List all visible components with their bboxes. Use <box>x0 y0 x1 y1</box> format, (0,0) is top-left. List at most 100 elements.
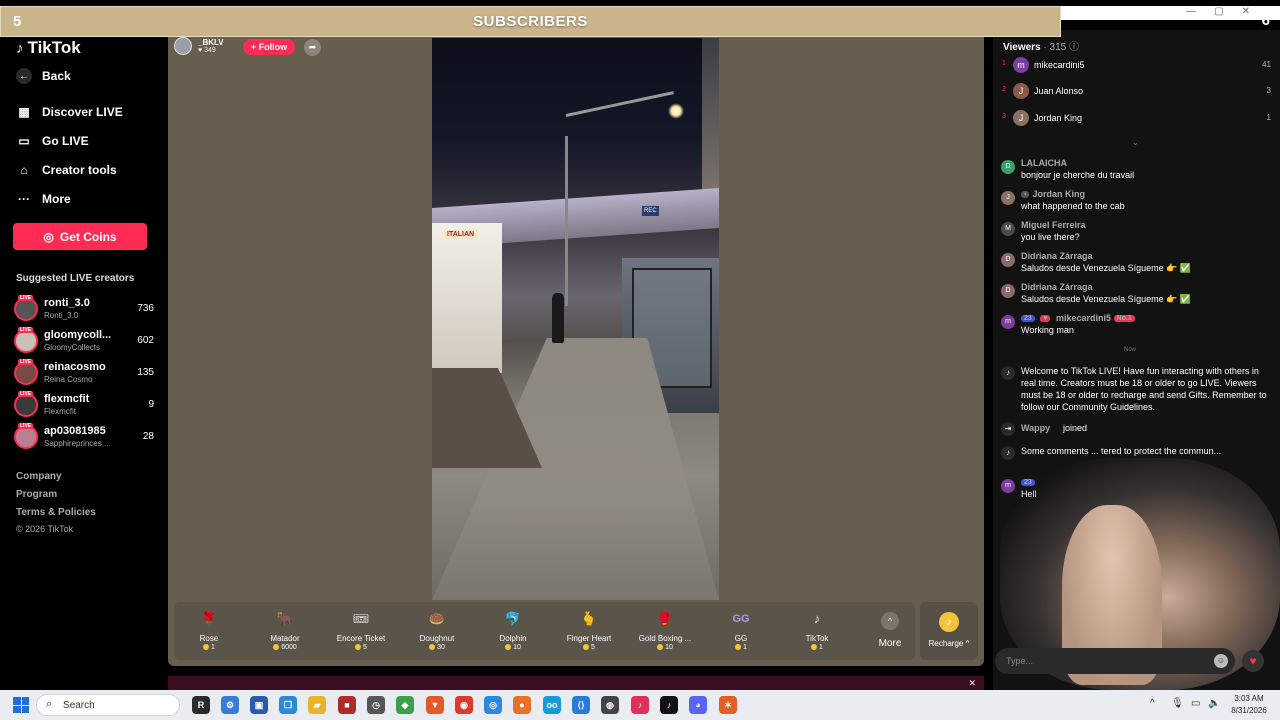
suggested-creator[interactable]: LIVE reinacosmo Reina Cosmo 135 <box>14 359 154 389</box>
window-title-strip: — ▢ ✕ <box>1061 6 1280 20</box>
copyright: © 2026 TikTok <box>16 524 74 534</box>
gift-doughnut[interactable]: 🍩 Doughnut 30 <box>402 608 472 651</box>
taskbar-search[interactable]: ⌕ Search <box>36 694 180 716</box>
close-window-icon[interactable]: ✕ <box>1242 6 1250 20</box>
app-icon-red[interactable]: ■ <box>338 696 356 714</box>
matador-icon: 🐂 <box>276 611 294 626</box>
gift-name: TikTok <box>805 634 829 643</box>
app-icon-star[interactable]: ✶ <box>719 696 737 714</box>
more-gifts-button[interactable]: ^ More <box>874 612 906 649</box>
gift-gg[interactable]: GG GG 1 <box>706 608 776 651</box>
nav-discover-live[interactable]: ▦ Discover LIVE <box>16 104 122 120</box>
footer-link-program[interactable]: Program <box>16 489 57 500</box>
get-coins-button[interactable]: ◎ Get Coins <box>13 223 147 250</box>
host-info[interactable]: _BKLV ♥ 349 <box>174 37 224 55</box>
nav-go-live[interactable]: ▭ Go LIVE <box>16 133 88 149</box>
volume-icon[interactable]: 🔈 <box>1208 698 1220 709</box>
nav-more[interactable]: ··· More <box>16 191 71 207</box>
suggested-creator[interactable]: LIVE ap03081985 Sapphireprinces... 28 <box>14 423 154 453</box>
gift-matador[interactable]: 🐂 Matador 6000 <box>250 608 320 651</box>
app-icon-clock[interactable]: ◷ <box>367 696 385 714</box>
doughnut-icon: 🍩 <box>428 611 446 626</box>
back-button[interactable]: ← Back <box>16 68 71 84</box>
gift-bar: 🌹 Rose 1 🐂 Matador 6000 🎟 Encore Ticket … <box>174 602 915 660</box>
host-avatar[interactable] <box>174 37 192 55</box>
viewer-name: mikecardini5 <box>1034 60 1085 70</box>
viewers-header[interactable]: Viewers · 315 ⓘ <box>1003 38 1079 53</box>
shield-icon[interactable]: ◆ <box>396 696 414 714</box>
host-name: _BKLV <box>198 38 224 47</box>
top-viewer-row[interactable]: 1 m mikecardini5 41 <box>1001 57 1271 75</box>
share-icon[interactable]: ➦ <box>304 39 321 56</box>
tray-chevron-up-icon[interactable]: ^ <box>1150 698 1155 709</box>
chat-input[interactable]: Type... <box>995 648 1235 674</box>
footer-link-terms[interactable]: Terms & Policies <box>16 507 96 518</box>
gift-price-value: 1 <box>211 644 215 651</box>
info-icon[interactable]: ⓘ <box>1069 42 1079 53</box>
top-viewer-row[interactable]: 3 J Jordan King 1 <box>1001 110 1271 128</box>
maximize-icon[interactable]: ▢ <box>1214 6 1223 20</box>
suggested-creators-title: Suggested LIVE creators <box>16 273 135 284</box>
display-icon[interactable]: ▭ <box>1191 698 1200 709</box>
taskbar-search-label: Search <box>63 700 95 711</box>
sidebar: ♪ TikTok ← Back ▦ Discover LIVE ▭ Go LIV… <box>0 30 165 690</box>
chat-text: what happened to the cab <box>1021 201 1125 211</box>
avatar: J <box>1013 110 1029 126</box>
obs-icon[interactable]: ◍ <box>601 696 619 714</box>
gift-gold-boxing[interactable]: 🥊 Gold Boxing ... 10 <box>630 608 700 651</box>
joined-username[interactable]: Wappy <box>1021 423 1050 433</box>
top-viewer-row[interactable]: 2 J Juan Alonso 3 <box>1001 83 1271 101</box>
emoji-icon[interactable]: ☺ <box>1214 654 1228 668</box>
chrome-icon[interactable]: ◉ <box>455 696 473 714</box>
top-fan-badge: No.1 <box>1113 315 1135 323</box>
coin-icon <box>583 644 590 651</box>
footer-link-company[interactable]: Company <box>16 471 62 482</box>
tiktok-live-studio-icon[interactable]: ♪ <box>631 696 649 714</box>
viewer-rank: 2 <box>1002 86 1006 93</box>
nav-creator-tools[interactable]: ⌂ Creator tools <box>16 162 116 178</box>
gift-finger-heart[interactable]: 🫰 Finger Heart 5 <box>554 608 624 651</box>
discord-icon[interactable]: ◕ <box>689 696 707 714</box>
gift-price: 1 <box>706 644 776 651</box>
coin-icon <box>657 644 664 651</box>
suggested-creator[interactable]: LIVE flexmcfit Flexmcfit 9 <box>14 391 154 421</box>
chevron-up-icon: ^ <box>881 612 899 630</box>
avatar: D <box>1001 284 1015 298</box>
microphone-icon[interactable]: 🎙 <box>1171 698 1184 709</box>
taskbar-clock[interactable]: 3:03 AM 8/31/2026 <box>1226 693 1272 717</box>
live-badge: LIVE <box>18 327 34 333</box>
recharge-button[interactable]: ♪ Recharge ^ <box>920 602 978 660</box>
suggested-creator[interactable]: LIVE ronti_3.0 Ronti_3.0 736 <box>14 295 154 325</box>
app-icon-tools[interactable]: ⚙ <box>221 696 239 714</box>
edge-icon[interactable]: ◎ <box>484 696 502 714</box>
file-explorer-icon[interactable]: ▰ <box>308 696 326 714</box>
expand-viewers-chevron-icon[interactable]: ⌄ <box>1132 138 1139 147</box>
chat-text: Working man <box>1021 325 1074 335</box>
app-icon-oo[interactable]: oo <box>543 696 561 714</box>
close-icon[interactable]: ✕ <box>968 678 976 689</box>
viewer-score: 41 <box>1262 60 1271 69</box>
app-icon-blue[interactable]: ❐ <box>279 696 297 714</box>
creator-handle: Flexmcfit <box>44 407 76 416</box>
suggested-creator[interactable]: LIVE gloomycoll... GloomyCollects 602 <box>14 327 154 357</box>
vscode-icon[interactable]: ⟨⟩ <box>572 696 590 714</box>
minimize-icon[interactable]: — <box>1186 6 1196 20</box>
tiktok-icon[interactable]: ♪ <box>660 696 678 714</box>
windows-start-icon[interactable] <box>13 697 29 713</box>
follow-button[interactable]: + Follow <box>243 39 295 55</box>
live-video[interactable]: ITALIAN REC <box>432 38 719 600</box>
video-streetlight-glow <box>668 103 684 119</box>
app-icon-pc[interactable]: ▣ <box>250 696 268 714</box>
gift-tiktok[interactable]: ♪ TikTok 1 <box>782 608 852 651</box>
gift-encore-ticket[interactable]: 🎟 Encore Ticket 5 <box>326 608 396 651</box>
tiktok-logo[interactable]: ♪ TikTok <box>16 38 81 58</box>
chat-input-placeholder: Type... <box>1006 656 1034 666</box>
gift-dolphin[interactable]: 🐬 Dolphin 10 <box>478 608 548 651</box>
firefox-icon[interactable]: ● <box>513 696 531 714</box>
app-icon-r[interactable]: R <box>192 696 210 714</box>
promo-banner[interactable]: ✕ <box>168 676 984 690</box>
like-heart-icon[interactable]: ♥ <box>1242 650 1264 672</box>
brave-browser-icon[interactable]: ▼ <box>426 696 444 714</box>
gift-rose[interactable]: 🌹 Rose 1 <box>174 608 244 651</box>
creator-handle: GloomyCollects <box>44 343 101 352</box>
